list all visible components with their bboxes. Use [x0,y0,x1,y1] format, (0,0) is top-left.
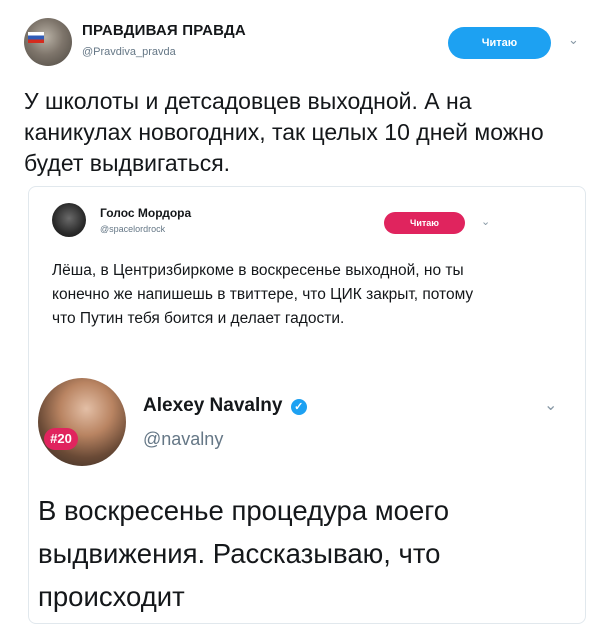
nested-author-avatar[interactable]: #20 [38,378,126,466]
quoted-tweet-card[interactable]: Голос Мордора @spacelordrock Читаю ⌄ Лёш… [28,186,586,624]
quoted-author-handle[interactable]: @spacelordrock [100,224,165,234]
quoted-tweet-text: Лёша, в Центризбиркоме в воскресенье вых… [52,262,474,327]
verified-badge-icon: ✓ [290,399,307,415]
quoted-chevron-down-icon[interactable]: ⌄ [481,215,490,228]
quoted-follow-button[interactable]: Читаю [384,212,465,234]
quoted-author-name[interactable]: Голос Мордора [100,206,191,220]
nested-author-name-row[interactable]: Alexey Navalny ✓ [143,395,307,417]
quoted-author-avatar[interactable] [52,203,86,237]
avatar-flag-icon [28,32,44,43]
outer-tweet-text: У школоты и детсадовцев выходной. А на к… [24,88,544,176]
nested-author-handle[interactable]: @navalny [143,429,223,450]
outer-author-avatar[interactable] [24,18,72,66]
nested-tweet-text: В воскресенье процедура моего выдвижения… [38,495,449,612]
outer-follow-button[interactable]: Читаю [448,27,551,59]
outer-chevron-down-icon[interactable]: ⌄ [568,32,579,48]
nested-chevron-down-icon[interactable]: ⌄ [544,395,557,415]
avatar-badge: #20 [44,428,78,450]
outer-author-name[interactable]: ПРАВДИВАЯ ПРАВДА [82,22,246,39]
nested-author-name[interactable]: Alexey Navalny [143,395,282,416]
outer-author-handle[interactable]: @Pravdiva_pravda [82,46,176,58]
